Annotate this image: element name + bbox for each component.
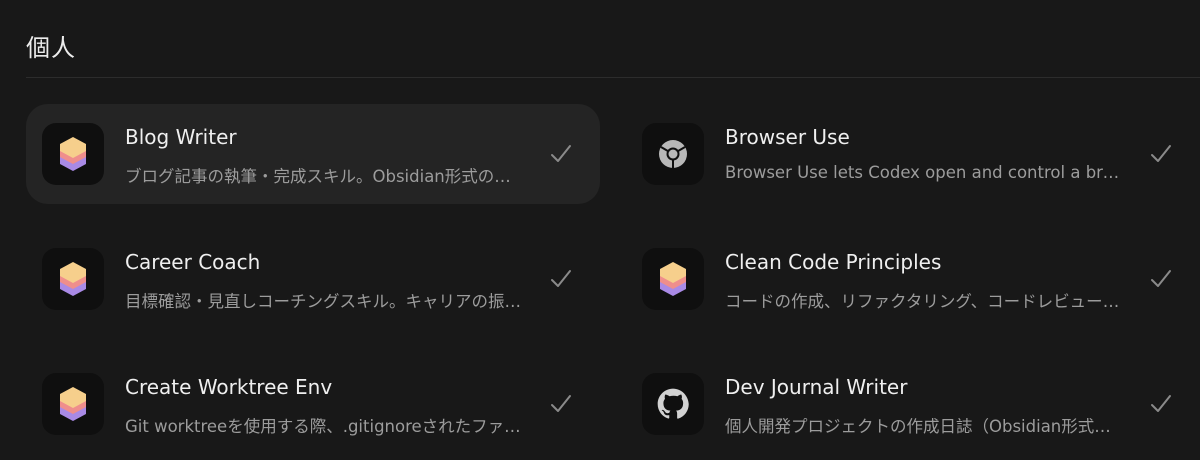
skill-stack-icon xyxy=(58,385,88,423)
skill-name: Browser Use xyxy=(725,125,850,149)
skill-stack-icon xyxy=(58,135,88,173)
skill-description: コードの作成、リファクタリング、コードレビューの原則 xyxy=(725,292,1125,311)
skill-description: ブログ記事の執筆・完成スキル。Obsidian形式のMarkdownで記事を作成… xyxy=(125,167,525,186)
skill-description: 目標確認・見直しコーチングスキル。キャリアの振り返りを支援します xyxy=(125,292,525,311)
checkmark-icon[interactable] xyxy=(550,269,572,289)
skill-icon-container xyxy=(42,373,104,435)
checkmark-icon[interactable] xyxy=(1150,144,1172,164)
section-title: 個人 xyxy=(26,34,76,62)
checkmark-icon[interactable] xyxy=(550,394,572,414)
chrome-icon xyxy=(657,138,689,170)
checkmark-icon[interactable] xyxy=(1150,269,1172,289)
skill-card[interactable]: Career Coach 目標確認・見直しコーチングスキル。キャリアの振り返りを… xyxy=(26,229,600,329)
checkmark-icon[interactable] xyxy=(550,144,572,164)
skill-card[interactable]: Blog Writer ブログ記事の執筆・完成スキル。Obsidian形式のMa… xyxy=(26,104,600,204)
skill-name: Dev Journal Writer xyxy=(725,375,908,399)
skill-name: Career Coach xyxy=(125,250,261,274)
section-divider xyxy=(26,77,1200,78)
skill-icon-container xyxy=(42,123,104,185)
github-icon xyxy=(657,388,689,420)
skill-description: Browser Use lets Codex open and control … xyxy=(725,163,1125,182)
skill-name: Create Worktree Env xyxy=(125,375,333,399)
skill-stack-icon xyxy=(58,260,88,298)
skill-icon-container xyxy=(642,373,704,435)
checkmark-icon[interactable] xyxy=(1150,394,1172,414)
skill-card[interactable]: Create Worktree Env Git worktreeを使用する際、.… xyxy=(26,354,600,454)
skill-card[interactable]: Clean Code Principles コードの作成、リファクタリング、コー… xyxy=(626,229,1200,329)
skill-description: Git worktreeを使用する際、.gitignoreされたファイルをコピー… xyxy=(125,417,525,436)
skill-icon-container xyxy=(42,248,104,310)
skill-card[interactable]: Browser Use Browser Use lets Codex open … xyxy=(626,104,1200,204)
skill-icon-container xyxy=(642,123,704,185)
skill-icon-container xyxy=(642,248,704,310)
skill-name: Clean Code Principles xyxy=(725,250,942,274)
skill-name: Blog Writer xyxy=(125,125,237,149)
skill-stack-icon xyxy=(658,260,688,298)
skill-card[interactable]: Dev Journal Writer 個人開発プロジェクトの作成日誌（Obsid… xyxy=(626,354,1200,454)
skill-description: 個人開発プロジェクトの作成日誌（Obsidian形式）を書きます xyxy=(725,417,1125,436)
